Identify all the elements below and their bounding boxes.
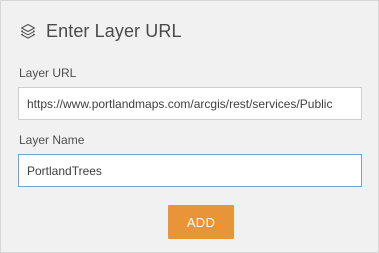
layer-url-label: Layer URL xyxy=(19,66,77,80)
panel-header: Enter Layer URL xyxy=(19,18,182,44)
layer-url-input[interactable] xyxy=(18,87,362,120)
enter-layer-url-panel: Enter Layer URL Layer URL Layer Name ADD xyxy=(0,0,379,253)
add-button[interactable]: ADD xyxy=(168,205,234,239)
layer-name-label: Layer Name xyxy=(19,133,85,147)
layers-icon xyxy=(19,22,37,40)
page-title: Enter Layer URL xyxy=(46,21,182,41)
layer-name-input[interactable] xyxy=(18,154,362,187)
